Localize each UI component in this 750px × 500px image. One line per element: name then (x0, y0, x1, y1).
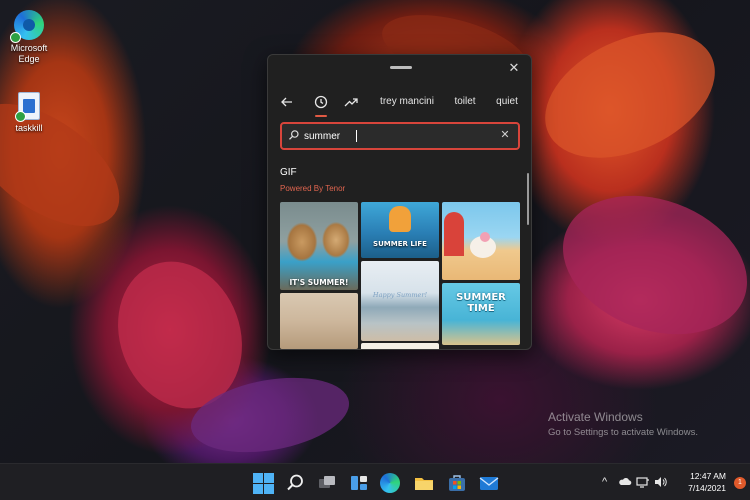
umbrella-figure (444, 212, 464, 256)
desktop-icon-label: Microsoft (10, 43, 48, 53)
emoji-panel: ✕ trey mancini toilet quiet ✕ GIF Powere… (267, 54, 532, 350)
recent-clock-icon (314, 95, 328, 109)
watermark-title: Activate Windows (548, 410, 643, 424)
activation-watermark: Activate Windows Go to Settings to activ… (548, 410, 698, 438)
file-explorer-icon[interactable] (413, 472, 435, 494)
notification-badge[interactable]: 1 (734, 477, 746, 489)
gif-search-box[interactable]: ✕ (280, 122, 520, 150)
start-icon[interactable] (252, 472, 274, 494)
desktop-icon-label: Edge (18, 54, 40, 64)
wallpaper-ribbon (525, 7, 735, 183)
gif-caption: Happy Summer! (372, 291, 428, 299)
text-caret (356, 130, 357, 142)
network-icon[interactable] (636, 475, 650, 489)
tab-trey-mancini[interactable]: trey mancini (374, 89, 440, 115)
wallpaper-ribbon (543, 171, 750, 359)
clock-date: 7/14/2021 (688, 483, 726, 493)
gif-caption: SUMMER TIME (456, 292, 506, 314)
float-figure (480, 232, 490, 242)
gif-thumbnail[interactable] (442, 202, 520, 280)
search-icon (289, 130, 299, 140)
back-arrow-icon (281, 97, 292, 107)
taskbar: ^ 12:47 AM 7/14/2021 1 (0, 463, 750, 500)
powered-by-label: Powered By Tenor (280, 184, 346, 193)
tab-quiet[interactable]: quiet (490, 89, 524, 115)
desktop-icon-edge[interactable]: Microsoft Edge (0, 10, 58, 65)
scrollbar[interactable] (527, 173, 529, 225)
mail-icon[interactable] (478, 472, 500, 494)
tab-trending[interactable] (340, 89, 362, 115)
onedrive-icon[interactable] (618, 475, 632, 489)
tab-recent[interactable] (310, 89, 332, 117)
gif-thumbnail[interactable]: Happy Summer! (361, 261, 439, 341)
clock-time: 12:47 AM (690, 471, 726, 481)
desktop-icon-label: taskkill (15, 123, 43, 133)
task-view-icon[interactable] (316, 472, 338, 494)
volume-icon[interactable] (653, 475, 667, 489)
search-icon[interactable] (284, 472, 306, 494)
sync-check-icon (15, 111, 26, 122)
close-button[interactable]: ✕ (505, 59, 523, 77)
gif-search-input[interactable] (304, 127, 494, 145)
watermark-subtitle: Go to Settings to activate Windows. (548, 427, 698, 438)
drag-handle[interactable] (390, 66, 412, 69)
show-hidden-icons-button[interactable]: ^ (602, 464, 607, 500)
gif-thumbnail[interactable]: SUMMER TIME (442, 283, 520, 345)
back-button[interactable] (276, 89, 298, 115)
store-icon[interactable] (446, 472, 468, 494)
panel-tabs: trey mancini toilet quiet (276, 89, 525, 117)
clear-search-button[interactable]: ✕ (498, 128, 512, 142)
gif-thumbnail[interactable]: SUMMER LIFE (361, 202, 439, 258)
gif-thumbnail[interactable] (361, 343, 439, 349)
character-figure (389, 206, 411, 232)
trending-arrow-icon (344, 98, 358, 107)
tab-toilet[interactable]: toilet (446, 89, 484, 115)
gif-caption: SUMMER LIFE (373, 240, 427, 248)
desktop-icon-taskkill[interactable]: taskkill (0, 92, 58, 134)
section-title: GIF (280, 167, 297, 178)
system-clock[interactable]: 12:47 AM 7/14/2021 (668, 470, 726, 494)
widgets-icon[interactable] (348, 472, 370, 494)
gif-caption: IT'S SUMMER! (289, 278, 349, 287)
gif-thumbnail[interactable] (280, 293, 358, 349)
file-icon (15, 92, 40, 122)
gif-thumbnail[interactable]: IT'S SUMMER! (280, 202, 358, 290)
edge-icon[interactable] (380, 473, 400, 493)
edge-icon (10, 10, 44, 43)
sync-check-icon (10, 32, 21, 43)
